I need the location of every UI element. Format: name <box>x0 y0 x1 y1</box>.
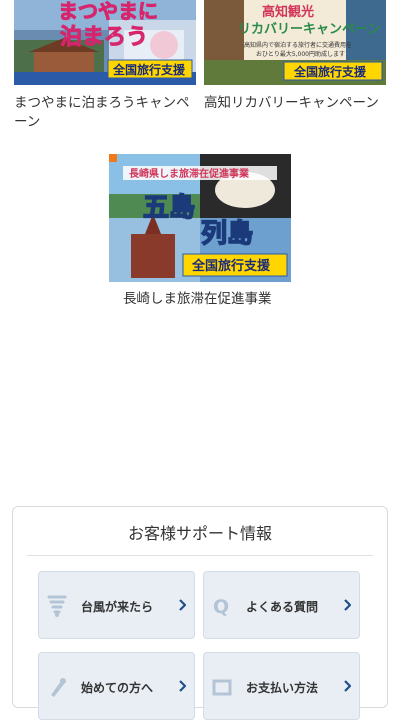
campaign-nagasaki-image-text-3: 列島 <box>201 219 253 249</box>
support-tile-typhoon-label: 台風が来たら <box>81 600 154 614</box>
support-title: お客様サポート情報 <box>127 524 272 543</box>
campaign-kochi-badge: 全国旅行支援 <box>293 64 367 79</box>
campaign-nagasaki-badge: 全国旅行支援 <box>191 258 271 274</box>
campaign-matsuyama-image[interactable]: まつやまに 泊まろう 全国旅行支援 <box>14 0 196 85</box>
support-tile-payment[interactable]: お支払い方法 <box>203 652 360 720</box>
typhoon-icon <box>47 595 67 617</box>
campaign-matsuyama-badge: 全国旅行支援 <box>112 62 186 77</box>
campaign-matsuyama-caption[interactable]: まつやまに泊まろうキャンペ ーン <box>14 94 200 132</box>
support-tile-first-time-label: 始めての方へ <box>81 681 154 695</box>
support-divider <box>27 555 373 556</box>
campaign-nagasaki-image-text-1: 長崎県しま旅滞在促進事業 <box>129 167 250 180</box>
svg-text:Q: Q <box>213 596 229 618</box>
chevron-right-icon <box>179 680 186 692</box>
pen-icon <box>51 678 66 697</box>
campaign-kochi-image-text-2: リカバリーキャンペーン <box>238 22 380 37</box>
support-tile-payment-label: お支払い方法 <box>246 681 319 695</box>
campaign-kochi-caption[interactable]: 高知リカバリーキャンペーン <box>204 94 390 113</box>
campaign-nagasaki-caption-line1: 長崎しま旅滞在促進事業 <box>123 291 272 307</box>
chevron-right-icon <box>344 680 351 692</box>
support-tile-faq-label: よくある質問 <box>246 600 319 614</box>
campaign-nagasaki-image-text-2: 五島 <box>143 193 195 223</box>
campaign-kochi-image-text-4: おひとり最大5,000円助成します <box>256 50 345 58</box>
campaign-kochi-image[interactable]: 高知観光 リカバリーキャンペーン 高知県内で宿泊する旅行者に交通費用を おひとり… <box>204 0 386 85</box>
campaign-matsuyama-image-text-1: まつやまに <box>58 0 158 23</box>
campaign-kochi-caption-line1: 高知リカバリーキャンペーン <box>204 95 379 111</box>
campaign-nagasaki-caption[interactable]: 長崎しま旅滞在促進事業 <box>123 290 293 309</box>
campaign-matsuyama-image-text-2: 泊まろう <box>60 25 148 50</box>
campaign-matsuyama[interactable]: まつやまに 泊まろう 全国旅行支援 まつやまに泊まろうキャンペ ーン <box>14 0 196 130</box>
campaign-nagasaki-image[interactable]: 長崎県しま旅滞在促進事業 五島 列島 全国旅行支援 <box>109 154 291 282</box>
campaign-nagasaki[interactable]: 長崎県しま旅滞在促進事業 五島 列島 全国旅行支援 長崎しま旅滞在促進事業 <box>109 154 293 314</box>
chevron-right-icon <box>179 599 186 611</box>
campaign-matsuyama-caption-line1: まつやまに泊まろうキャンペ <box>14 95 190 111</box>
support-tile-faq[interactable]: Q よくある質問 <box>203 571 360 639</box>
campaign-matsuyama-caption-line2: ーン <box>14 114 41 130</box>
support-tile-typhoon[interactable]: 台風が来たら <box>38 571 195 639</box>
chevron-right-icon <box>344 599 351 611</box>
q-icon: Q <box>213 596 229 618</box>
support-panel: お客様サポート情報 台風が来たら Q よくある質問 始めての方へ お支払い方法 <box>12 506 388 720</box>
campaign-kochi-image-text-3: 高知県内で宿泊する旅行者に交通費用を <box>244 41 352 49</box>
campaign-kochi[interactable]: 高知観光 リカバリーキャンペーン 高知県内で宿泊する旅行者に交通費用を おひとり… <box>204 0 390 130</box>
support-tile-first-time[interactable]: 始めての方へ <box>38 652 195 720</box>
campaign-kochi-image-text-1: 高知観光 <box>262 4 314 20</box>
card-icon <box>212 679 232 696</box>
